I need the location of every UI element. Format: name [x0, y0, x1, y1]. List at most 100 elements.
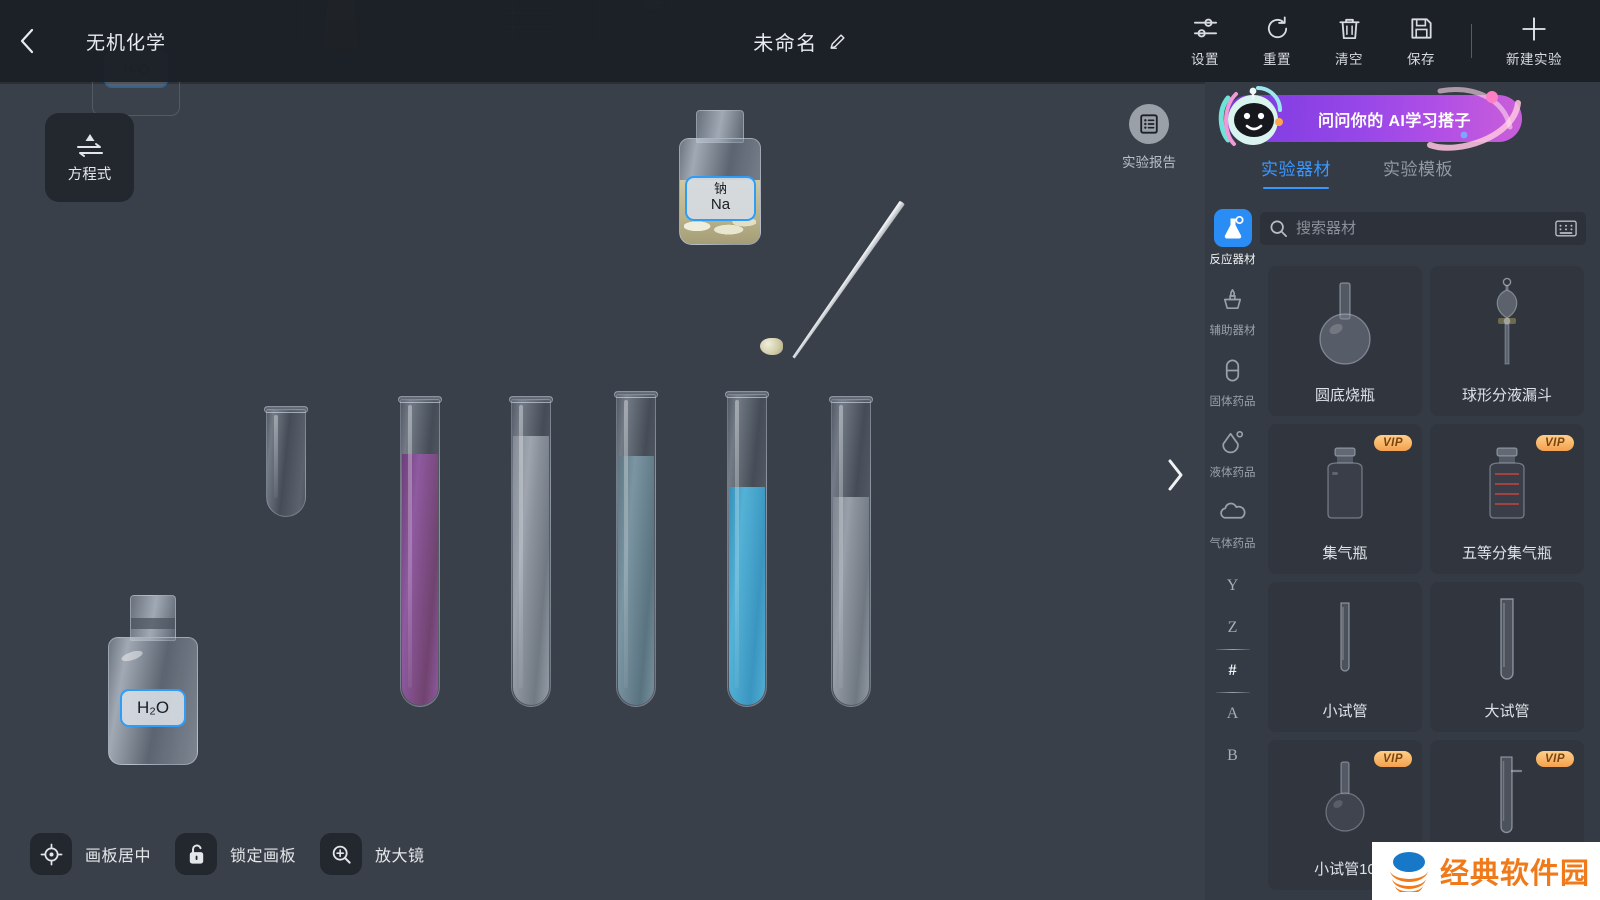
lock-canvas-label[interactable]: 锁定画板 [230, 842, 296, 866]
tab-equipment[interactable]: 实验器材 [1261, 155, 1331, 189]
canvas-bottom-toolbar: 画板居中 锁定画板 放大镜 [30, 833, 449, 875]
equipment-search-row[interactable] [1260, 212, 1586, 245]
scene-test-tube-1[interactable] [264, 406, 308, 517]
experiment-report-button[interactable]: 实验报告 [1119, 104, 1179, 171]
equation-button[interactable]: 方程式 [45, 113, 134, 202]
rail-item-reaction-equipment[interactable]: 反应器材 [1205, 202, 1260, 273]
center-canvas-label[interactable]: 画板居中 [85, 842, 151, 866]
tab-equipment-label: 实验器材 [1261, 160, 1331, 179]
vip-badge: VIP [1535, 751, 1574, 767]
plus-icon [1520, 15, 1548, 43]
clear-label: 清空 [1335, 51, 1363, 67]
alcohol-lamp-icon-wrap [1214, 280, 1252, 318]
tube-shine [623, 400, 628, 688]
lock-canvas-button[interactable] [175, 833, 218, 875]
tube-rim [264, 406, 308, 413]
clear-button[interactable]: 清空 [1313, 0, 1385, 82]
scene-water-bottle[interactable]: H₂O [108, 595, 198, 765]
sodium-label: 钠 Na [685, 176, 756, 221]
scene-sodium-bottle[interactable]: 钠 Na [679, 110, 761, 245]
tube-glass [727, 394, 767, 707]
watermark: 经典软件园 [1372, 842, 1600, 900]
tube-shine [518, 405, 523, 688]
experiment-report-label: 实验报告 [1122, 155, 1176, 170]
stacked-bowl-logo [1390, 852, 1428, 892]
center-canvas-control[interactable]: 画板居中 [30, 833, 151, 875]
alphabet-letter-y[interactable]: Y [1216, 565, 1250, 607]
rail-item-gas-reagents[interactable]: 气体药品 [1205, 486, 1260, 557]
alphabet-letter-a[interactable]: A [1216, 693, 1250, 735]
alphabet-letter-hash[interactable]: # [1216, 650, 1250, 692]
panel-collapse-button[interactable] [1158, 452, 1192, 498]
magnifier-control[interactable]: 放大镜 [320, 833, 425, 875]
header-toolbar: 设置 重置 清空 保存 新建实验 [1169, 0, 1582, 82]
tweezer-sodium-tip [760, 338, 783, 355]
scene-test-tube-3[interactable] [509, 396, 553, 707]
alphabet-index: Y Z # A B [1205, 565, 1260, 777]
scene-tweezers[interactable] [788, 198, 908, 362]
chevron-left-icon [20, 28, 34, 54]
rail-label-auxiliary-equipment: 辅助器材 [1209, 325, 1256, 337]
water-label: H₂O [120, 689, 186, 727]
tube-glass [831, 399, 871, 707]
vip-badge: VIP [1535, 435, 1574, 451]
tab-templates[interactable]: 实验模板 [1383, 155, 1453, 189]
scene-test-tube-6[interactable] [829, 396, 873, 707]
equipment-card-graduated-gas-jar[interactable]: VIP 五等分集气瓶 [1430, 424, 1584, 574]
tab-templates-label: 实验模板 [1383, 160, 1453, 179]
equipment-card-separating-funnel[interactable]: 球形分液漏斗 [1430, 266, 1584, 416]
reaction-arrows-icon [76, 134, 103, 158]
sodium-label-cn: 钠 [713, 180, 727, 196]
rail-label-liquid-reagents: 液体药品 [1209, 467, 1256, 479]
alphabet-letter-b[interactable]: B [1216, 735, 1250, 777]
vip-badge: VIP [1373, 435, 1412, 451]
rail-item-liquid-reagents[interactable]: 液体药品 [1205, 415, 1260, 486]
equipment-card-gas-jar[interactable]: VIP 集气瓶 [1268, 424, 1422, 574]
magnifier-plus-icon [332, 845, 351, 864]
scene-test-tube-5[interactable] [725, 391, 769, 707]
search-input[interactable] [1296, 220, 1555, 237]
alphabet-letter-z[interactable]: Z [1216, 607, 1250, 649]
equipment-card-round-bottom-flask[interactable]: 圆底烧瓶 [1268, 266, 1422, 416]
settings-label: 设置 [1191, 51, 1219, 67]
rail-item-solid-reagents[interactable]: 固体药品 [1205, 344, 1260, 415]
water-shine [120, 648, 144, 664]
back-button[interactable] [0, 0, 54, 82]
equipment-card-large-test-tube[interactable]: 大试管 [1430, 582, 1584, 732]
save-button[interactable]: 保存 [1385, 0, 1457, 82]
report-list-icon [1140, 114, 1158, 134]
ai-assistant-banner[interactable]: 问问你的 AI学习搭子 [1218, 86, 1522, 151]
magnifier-button[interactable] [320, 833, 363, 875]
center-canvas-button[interactable] [30, 833, 72, 875]
new-experiment-button[interactable]: 新建实验 [1486, 0, 1582, 82]
toolbar-divider [1471, 24, 1472, 58]
tube-shine [734, 400, 739, 688]
rail-item-auxiliary-equipment[interactable]: 辅助器材 [1205, 273, 1260, 344]
flask-icon-wrap [1213, 209, 1252, 247]
tube-rim [509, 396, 553, 403]
document-title[interactable]: 未命名 [753, 27, 847, 56]
settings-button[interactable]: 设置 [1169, 0, 1241, 82]
cloud-icon [1220, 502, 1246, 519]
search-icon [1270, 220, 1287, 237]
watermark-text: 经典软件园 [1440, 858, 1591, 890]
reset-button[interactable]: 重置 [1241, 0, 1313, 82]
equipment-name: 球形分液漏斗 [1461, 387, 1552, 405]
scene-test-tube-4[interactable] [614, 391, 658, 707]
tube-shine [838, 405, 843, 688]
sodium-label-symbol: Na [710, 196, 731, 214]
equipment-name: 集气瓶 [1322, 545, 1368, 563]
magnifier-label[interactable]: 放大镜 [375, 842, 425, 866]
reset-label: 重置 [1263, 51, 1291, 67]
scene-test-tube-2[interactable] [398, 396, 442, 707]
pencil-icon[interactable] [828, 32, 847, 51]
equipment-card-small-test-tube[interactable]: 小试管 [1268, 582, 1422, 732]
refresh-icon [1263, 15, 1291, 43]
tube-rim [725, 391, 769, 398]
lock-canvas-control[interactable]: 锁定画板 [175, 833, 296, 875]
small-test-tube-art [1268, 590, 1422, 692]
keyboard-icon[interactable] [1555, 220, 1577, 237]
report-circle [1129, 104, 1169, 144]
water-label-formula: H₂O [136, 698, 170, 717]
equipment-name: 小试管 [1322, 703, 1368, 721]
